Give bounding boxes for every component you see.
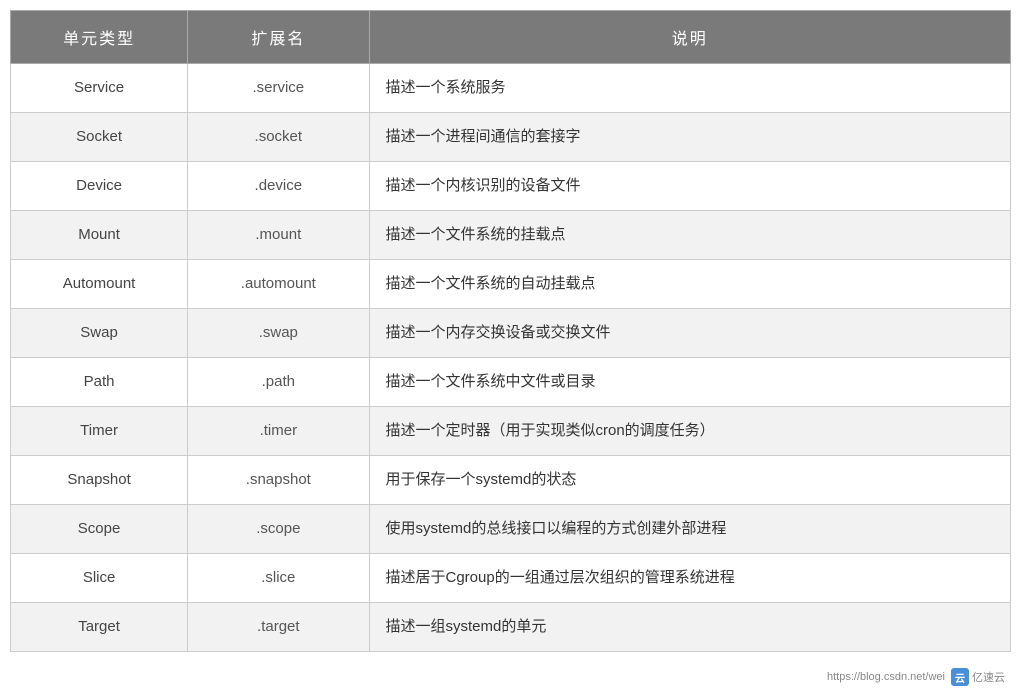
cell-ext: .mount <box>188 211 369 260</box>
logo-icon: 云 <box>951 668 969 686</box>
cell-desc: 描述居于Cgroup的一组通过层次组织的管理系统进程 <box>369 554 1011 603</box>
watermark-url: https://blog.csdn.net/wei <box>827 671 945 683</box>
col-header-desc: 说明 <box>369 11 1011 64</box>
cell-type: Timer <box>11 407 188 456</box>
cell-ext: .slice <box>188 554 369 603</box>
cell-type: Service <box>11 64 188 113</box>
table-row: Target.target描述一组systemd的单元 <box>11 603 1011 652</box>
cell-type: Device <box>11 162 188 211</box>
table-row: Scope.scope使用systemd的总线接口以编程的方式创建外部进程 <box>11 505 1011 554</box>
table-row: Automount.automount描述一个文件系统的自动挂载点 <box>11 260 1011 309</box>
table-row: Mount.mount描述一个文件系统的挂载点 <box>11 211 1011 260</box>
cell-ext: .timer <box>188 407 369 456</box>
col-header-ext: 扩展名 <box>188 11 369 64</box>
cell-desc: 描述一个定时器（用于实现类似cron的调度任务） <box>369 407 1011 456</box>
watermark-logo: 云 亿速云 <box>951 668 1005 686</box>
table-row: Timer.timer描述一个定时器（用于实现类似cron的调度任务） <box>11 407 1011 456</box>
cell-type: Socket <box>11 113 188 162</box>
cell-type: Mount <box>11 211 188 260</box>
cell-type: Automount <box>11 260 188 309</box>
table-header-row: 单元类型 扩展名 说明 <box>11 11 1011 64</box>
table-row: Slice.slice描述居于Cgroup的一组通过层次组织的管理系统进程 <box>11 554 1011 603</box>
cell-ext: .path <box>188 358 369 407</box>
cell-ext: .swap <box>188 309 369 358</box>
cell-type: Snapshot <box>11 456 188 505</box>
cell-type: Slice <box>11 554 188 603</box>
table-row: Swap.swap描述一个内存交换设备或交换文件 <box>11 309 1011 358</box>
cell-type: Target <box>11 603 188 652</box>
cell-ext: .service <box>188 64 369 113</box>
cell-desc: 描述一组systemd的单元 <box>369 603 1011 652</box>
cell-type: Swap <box>11 309 188 358</box>
logo-text: 亿速云 <box>972 669 1005 685</box>
cell-ext: .automount <box>188 260 369 309</box>
cell-desc: 使用systemd的总线接口以编程的方式创建外部进程 <box>369 505 1011 554</box>
cell-type: Path <box>11 358 188 407</box>
cell-ext: .target <box>188 603 369 652</box>
main-container: 单元类型 扩展名 说明 Service.service描述一个系统服务Socke… <box>0 0 1021 700</box>
cell-desc: 描述一个内核识别的设备文件 <box>369 162 1011 211</box>
cell-desc: 描述一个文件系统的挂载点 <box>369 211 1011 260</box>
cell-ext: .device <box>188 162 369 211</box>
table-row: Path.path描述一个文件系统中文件或目录 <box>11 358 1011 407</box>
cell-desc: 用于保存一个systemd的状态 <box>369 456 1011 505</box>
table-row: Socket.socket描述一个进程间通信的套接字 <box>11 113 1011 162</box>
cell-desc: 描述一个文件系统的自动挂载点 <box>369 260 1011 309</box>
table-row: Device.device描述一个内核识别的设备文件 <box>11 162 1011 211</box>
col-header-type: 单元类型 <box>11 11 188 64</box>
cell-desc: 描述一个文件系统中文件或目录 <box>369 358 1011 407</box>
cell-ext: .snapshot <box>188 456 369 505</box>
cell-ext: .scope <box>188 505 369 554</box>
table-row: Snapshot.snapshot用于保存一个systemd的状态 <box>11 456 1011 505</box>
cell-desc: 描述一个进程间通信的套接字 <box>369 113 1011 162</box>
cell-desc: 描述一个内存交换设备或交换文件 <box>369 309 1011 358</box>
cell-type: Scope <box>11 505 188 554</box>
table-row: Service.service描述一个系统服务 <box>11 64 1011 113</box>
cell-desc: 描述一个系统服务 <box>369 64 1011 113</box>
cell-ext: .socket <box>188 113 369 162</box>
watermark: https://blog.csdn.net/wei 云 亿速云 <box>827 668 1005 686</box>
unit-type-table: 单元类型 扩展名 说明 Service.service描述一个系统服务Socke… <box>10 10 1011 652</box>
